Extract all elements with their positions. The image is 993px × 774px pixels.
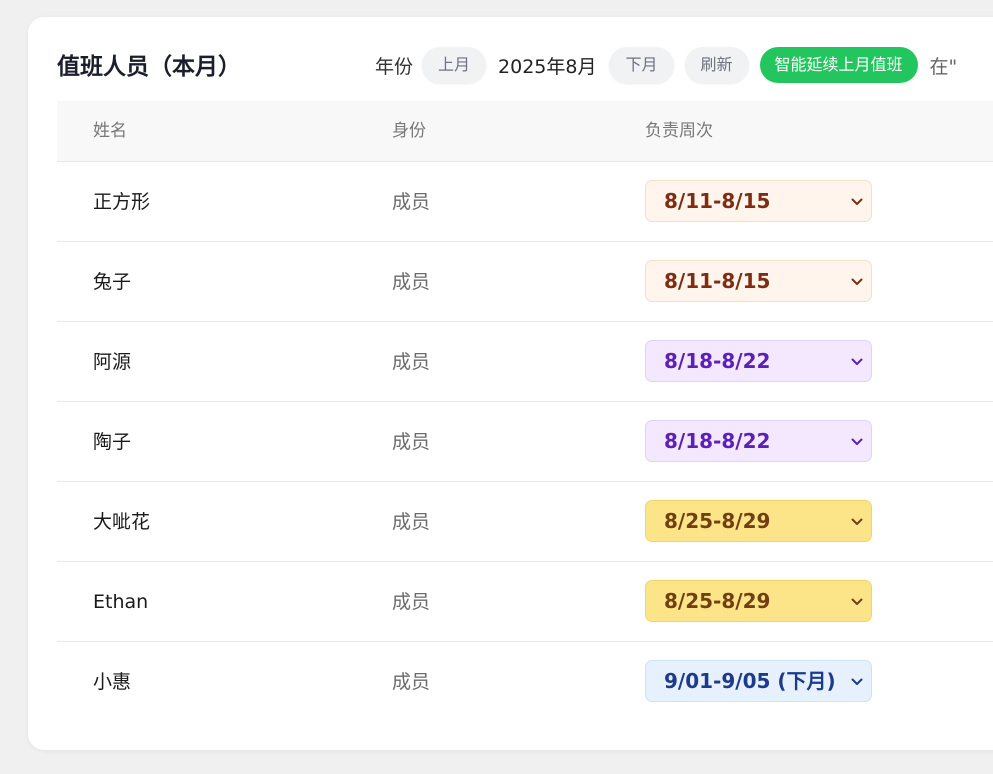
- table-row: 陶子 成员 8/18-8/22: [57, 402, 993, 482]
- duty-card: 值班人员（本月） 年份 上月 2025年8月 下月 刷新 智能延续上月值班 在"…: [28, 17, 993, 750]
- current-month-label: 2025年8月: [498, 55, 597, 78]
- week-select[interactable]: 8/25-8/29: [645, 580, 872, 622]
- table-row: Ethan 成员 8/25-8/29: [57, 562, 993, 642]
- table-header: 姓名 身份 负责周次: [57, 101, 993, 162]
- column-header-name: 姓名: [93, 121, 127, 141]
- week-select[interactable]: 8/11-8/15: [645, 260, 872, 302]
- member-name: 陶子: [93, 431, 132, 453]
- chevron-down-icon: [850, 594, 864, 608]
- week-select[interactable]: 8/18-8/22: [645, 420, 872, 462]
- week-value: 8/18-8/22: [664, 349, 771, 373]
- column-header-week: 负责周次: [645, 121, 713, 141]
- prev-month-button[interactable]: 上月: [422, 47, 487, 83]
- week-value: 9/01-9/05 (下月): [664, 669, 836, 693]
- member-name: 正方形: [93, 191, 151, 213]
- week-select[interactable]: 8/18-8/22: [645, 340, 872, 382]
- trailing-text: 在": [929, 55, 958, 78]
- chevron-down-icon: [850, 274, 864, 288]
- table-row: 兔子 成员 8/11-8/15: [57, 242, 993, 322]
- week-value: 8/25-8/29: [664, 589, 771, 613]
- member-name: Ethan: [93, 591, 149, 613]
- table-row: 正方形 成员 8/11-8/15: [57, 162, 993, 242]
- chevron-down-icon: [850, 434, 864, 448]
- page-title: 值班人员（本月）: [57, 54, 241, 80]
- chevron-down-icon: [850, 674, 864, 688]
- chevron-down-icon: [850, 514, 864, 528]
- week-select[interactable]: 8/11-8/15: [645, 180, 872, 222]
- week-value: 8/11-8/15: [664, 189, 771, 213]
- member-role: 成员: [392, 511, 431, 533]
- member-name: 兔子: [93, 271, 132, 293]
- week-select[interactable]: 8/25-8/29: [645, 500, 872, 542]
- member-role: 成员: [392, 591, 431, 613]
- continue-last-month-button[interactable]: 智能延续上月值班: [759, 47, 918, 83]
- table-body: 正方形 成员 8/11-8/15 兔子 成员 8/11-8/15 阿源 成员 8/18-8/22…: [57, 162, 993, 721]
- member-role: 成员: [392, 431, 431, 453]
- year-label: 年份: [375, 55, 414, 78]
- chevron-down-icon: [850, 194, 864, 208]
- member-role: 成员: [392, 271, 431, 293]
- table-row: 大呲花 成员 8/25-8/29: [57, 482, 993, 562]
- column-header-role: 身份: [392, 121, 426, 141]
- next-month-button[interactable]: 下月: [609, 47, 674, 83]
- member-name: 小惠: [93, 671, 132, 693]
- toolbar: 年份 上月 2025年8月 下月 刷新 智能延续上月值班 在": [375, 47, 957, 83]
- member-role: 成员: [392, 351, 431, 373]
- member-name: 大呲花: [93, 511, 151, 533]
- member-role: 成员: [392, 191, 431, 213]
- table-row: 阿源 成员 8/18-8/22: [57, 322, 993, 402]
- duty-table: 姓名 身份 负责周次 正方形 成员 8/11-8/15 兔子 成员 8/11-8/15 阿源…: [57, 101, 993, 721]
- refresh-button[interactable]: 刷新: [684, 47, 749, 83]
- week-select[interactable]: 9/01-9/05 (下月): [645, 660, 872, 702]
- table-row: 小惠 成员 9/01-9/05 (下月): [57, 642, 993, 721]
- week-value: 8/11-8/15: [664, 269, 771, 293]
- member-role: 成员: [392, 671, 431, 693]
- member-name: 阿源: [93, 351, 132, 373]
- week-value: 8/25-8/29: [664, 509, 771, 533]
- chevron-down-icon: [850, 354, 864, 368]
- week-value: 8/18-8/22: [664, 429, 771, 453]
